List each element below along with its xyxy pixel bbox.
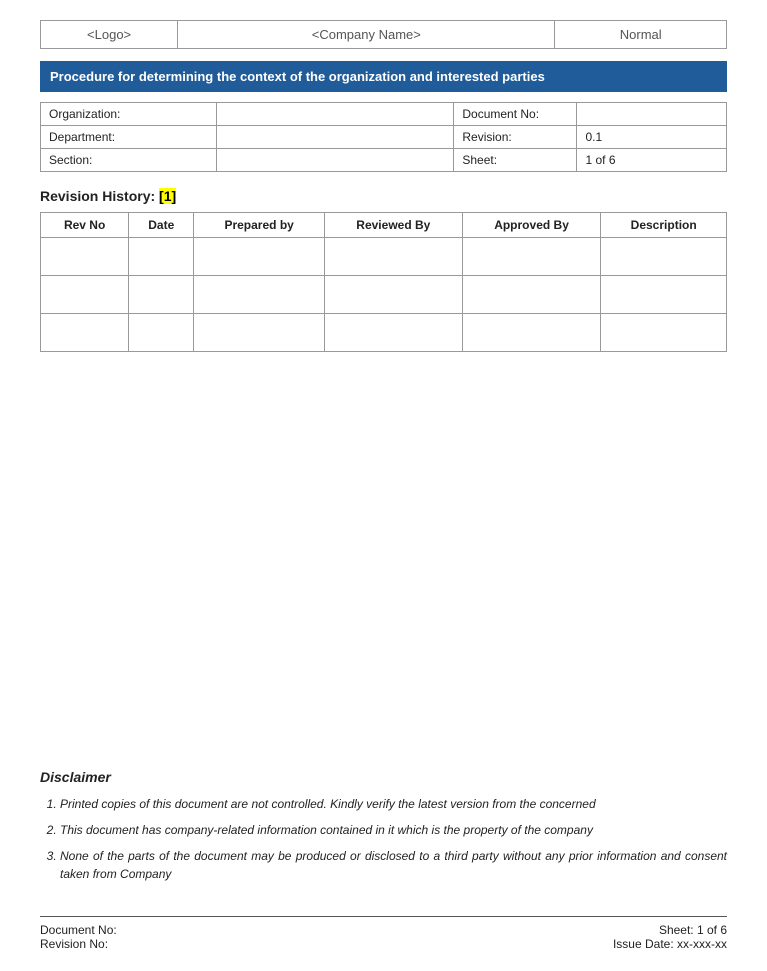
revision-history-heading: Revision History: [1] (40, 188, 727, 204)
footer-revision-no: Revision No: (40, 937, 117, 951)
revision-label: Revision: (454, 126, 577, 149)
table-cell (194, 238, 325, 276)
table-cell (601, 276, 727, 314)
revision-value: 0.1 (577, 126, 727, 149)
table-cell (462, 276, 601, 314)
table-cell (194, 314, 325, 352)
list-item: Printed copies of this document are not … (60, 795, 727, 813)
revision-header-row: Rev NoDatePrepared byReviewed ByApproved… (41, 213, 727, 238)
footer-left: Document No: Revision No: (40, 923, 117, 951)
footer-document-no: Document No: (40, 923, 117, 937)
table-cell (194, 276, 325, 314)
table-cell (41, 276, 129, 314)
disclaimer-list: Printed copies of this document are not … (40, 795, 727, 883)
revision-body (41, 238, 727, 352)
revision-col-header: Rev No (41, 213, 129, 238)
section-label: Section: (41, 149, 217, 172)
table-cell (324, 276, 462, 314)
revision-col-header: Approved By (462, 213, 601, 238)
department-value (216, 126, 453, 149)
table-cell (324, 314, 462, 352)
title-banner: Procedure for determining the context of… (40, 61, 727, 92)
section-value (216, 149, 453, 172)
table-cell (129, 238, 194, 276)
department-label: Department: (41, 126, 217, 149)
footer-right: Sheet: 1 of 6 Issue Date: xx-xxx-xx (613, 923, 727, 951)
table-cell (324, 238, 462, 276)
revision-col-header: Description (601, 213, 727, 238)
table-cell (129, 276, 194, 314)
table-cell (41, 238, 129, 276)
footer: Document No: Revision No: Sheet: 1 of 6 … (40, 916, 727, 951)
revision-col-header: Date (129, 213, 194, 238)
document-no-value (577, 103, 727, 126)
sheet-label: Sheet: (454, 149, 577, 172)
table-row (41, 276, 727, 314)
table-cell (462, 314, 601, 352)
organization-label: Organization: (41, 103, 217, 126)
footer-sheet: Sheet: 1 of 6 (613, 923, 727, 937)
table-row (41, 238, 727, 276)
organization-value (216, 103, 453, 126)
revision-history-label: Revision History: (40, 188, 155, 204)
sheet-value: 1 of 6 (577, 149, 727, 172)
header-status: Normal (555, 21, 727, 49)
footer-issue-date: Issue Date: xx-xxx-xx (613, 937, 727, 951)
revision-history-number: [1] (159, 188, 176, 204)
list-item: This document has company-related inform… (60, 821, 727, 839)
table-row (41, 314, 727, 352)
table-cell (129, 314, 194, 352)
disclaimer-section: Disclaimer Printed copies of this docume… (40, 769, 727, 891)
table-cell (41, 314, 129, 352)
revision-history-table: Rev NoDatePrepared byReviewed ByApproved… (40, 212, 727, 352)
header-company-name: <Company Name> (178, 21, 555, 49)
table-cell (601, 238, 727, 276)
document-no-label: Document No: (454, 103, 577, 126)
list-item: None of the parts of the document may be… (60, 847, 727, 883)
header-logo: <Logo> (41, 21, 178, 49)
header-table: <Logo> <Company Name> Normal (40, 20, 727, 49)
info-table: Organization: Document No: Department: R… (40, 102, 727, 172)
revision-col-header: Reviewed By (324, 213, 462, 238)
table-cell (601, 314, 727, 352)
disclaimer-title: Disclaimer (40, 769, 727, 785)
revision-col-header: Prepared by (194, 213, 325, 238)
table-cell (462, 238, 601, 276)
